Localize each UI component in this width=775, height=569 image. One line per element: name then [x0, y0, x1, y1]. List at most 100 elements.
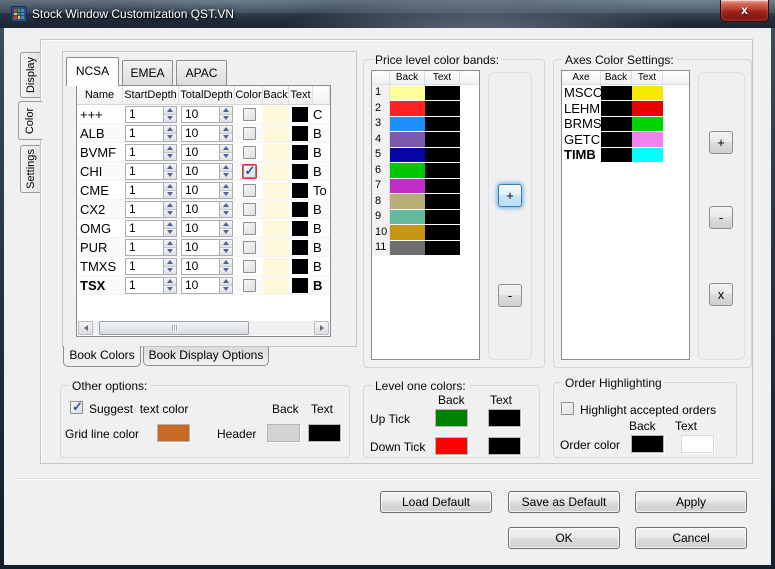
- axes-row[interactable]: BRMS: [562, 116, 689, 132]
- table-row[interactable]: TSX110B: [77, 276, 330, 295]
- price-back-swatch[interactable]: [390, 241, 425, 256]
- col-header-text[interactable]: Text: [289, 86, 313, 104]
- price-text-swatch[interactable]: [425, 179, 460, 194]
- order-text-swatch[interactable]: [681, 435, 714, 453]
- spinner-up-button[interactable]: [164, 240, 176, 247]
- text-color-swatch[interactable]: [292, 240, 308, 255]
- spinner-down-button[interactable]: [164, 228, 176, 236]
- table-row[interactable]: CX2110B: [77, 200, 330, 219]
- spinner-down-button[interactable]: [164, 114, 176, 122]
- price-text-swatch[interactable]: [425, 163, 460, 178]
- scrollbar-track[interactable]: [93, 321, 314, 335]
- tab-display[interactable]: Display: [20, 52, 41, 98]
- total-depth-spinner[interactable]: 10: [181, 106, 233, 123]
- start-depth-spinner[interactable]: 1: [125, 201, 177, 218]
- price-text-swatch[interactable]: [425, 148, 460, 163]
- axes-row[interactable]: MSCO: [562, 85, 689, 101]
- spinner-down-button[interactable]: [164, 133, 176, 141]
- spinner-down-button[interactable]: [220, 114, 232, 122]
- total-depth-spinner[interactable]: 10: [181, 144, 233, 161]
- spinner-down-button[interactable]: [220, 247, 232, 255]
- table-row[interactable]: PUR110B: [77, 238, 330, 257]
- text-color-swatch[interactable]: [292, 164, 308, 179]
- start-depth-spinner[interactable]: 1: [125, 106, 177, 123]
- axes-text-swatch[interactable]: [632, 101, 663, 116]
- axes-back-swatch[interactable]: [601, 148, 632, 163]
- save-as-default-button[interactable]: Save as Default: [508, 491, 620, 513]
- spinner-up-button[interactable]: [220, 107, 232, 114]
- table-row[interactable]: CHI110B: [77, 162, 330, 181]
- price-band-row[interactable]: 3: [372, 116, 479, 132]
- tab-apac[interactable]: APAC: [176, 60, 227, 86]
- start-depth-value[interactable]: 1: [126, 240, 163, 255]
- price-text-swatch[interactable]: [425, 132, 460, 147]
- spinner-up-button[interactable]: [164, 126, 176, 133]
- col-header-name[interactable]: Name: [77, 86, 123, 104]
- down-tick-text-swatch[interactable]: [488, 437, 521, 455]
- total-depth-value[interactable]: 10: [182, 278, 219, 293]
- apply-button[interactable]: Apply: [635, 491, 747, 513]
- price-band-row[interactable]: 7: [372, 178, 479, 194]
- total-depth-spinner[interactable]: 10: [181, 125, 233, 142]
- color-checkbox[interactable]: [243, 279, 256, 292]
- price-text-swatch[interactable]: [425, 194, 460, 209]
- spinner-down-button[interactable]: [164, 152, 176, 160]
- close-button[interactable]: x: [720, 0, 769, 22]
- scroll-left-button[interactable]: [78, 321, 93, 335]
- scroll-right-button[interactable]: [314, 321, 329, 335]
- price-band-row[interactable]: 10: [372, 225, 479, 241]
- spinner-up-button[interactable]: [220, 278, 232, 285]
- price-band-row[interactable]: 1: [372, 85, 479, 101]
- total-depth-value[interactable]: 10: [182, 259, 219, 274]
- price-back-swatch[interactable]: [390, 194, 425, 209]
- price-col-back[interactable]: Back: [390, 71, 425, 84]
- price-text-swatch[interactable]: [425, 117, 460, 132]
- tab-emea[interactable]: EMEA: [122, 60, 173, 86]
- tab-book-display-options[interactable]: Book Display Options: [143, 347, 269, 366]
- total-depth-value[interactable]: 10: [182, 107, 219, 122]
- back-color-swatch[interactable]: [263, 258, 289, 275]
- total-depth-spinner[interactable]: 10: [181, 258, 233, 275]
- text-color-swatch[interactable]: [292, 202, 308, 217]
- spinner-down-button[interactable]: [220, 266, 232, 274]
- header-text-swatch[interactable]: [308, 424, 341, 442]
- price-back-swatch[interactable]: [390, 117, 425, 132]
- back-color-swatch[interactable]: [263, 182, 289, 199]
- text-color-swatch[interactable]: [292, 259, 308, 274]
- total-depth-spinner[interactable]: 10: [181, 239, 233, 256]
- axes-text-swatch[interactable]: [632, 148, 663, 163]
- spinner-down-button[interactable]: [220, 133, 232, 141]
- total-depth-value[interactable]: 10: [182, 145, 219, 160]
- back-color-swatch[interactable]: [263, 106, 289, 123]
- tab-settings[interactable]: Settings: [20, 145, 41, 193]
- scrollbar-thumb[interactable]: [99, 321, 249, 335]
- start-depth-value[interactable]: 1: [126, 259, 163, 274]
- back-color-swatch[interactable]: [263, 144, 289, 161]
- spinner-up-button[interactable]: [220, 221, 232, 228]
- col-header-startdepth[interactable]: StartDepth: [123, 86, 179, 104]
- spinner-up-button[interactable]: [164, 183, 176, 190]
- text-color-swatch[interactable]: [292, 221, 308, 236]
- start-depth-spinner[interactable]: 1: [125, 239, 177, 256]
- price-text-swatch[interactable]: [425, 210, 460, 225]
- suggest-text-color-checkbox[interactable]: [70, 401, 83, 414]
- col-header-back[interactable]: Back: [263, 86, 289, 104]
- start-depth-spinner[interactable]: 1: [125, 163, 177, 180]
- spinner-up-button[interactable]: [220, 202, 232, 209]
- text-color-swatch[interactable]: [292, 183, 308, 198]
- price-text-swatch[interactable]: [425, 86, 460, 101]
- price-text-swatch[interactable]: [425, 101, 460, 116]
- total-depth-spinner[interactable]: 10: [181, 277, 233, 294]
- up-tick-back-swatch[interactable]: [435, 409, 468, 427]
- spinner-down-button[interactable]: [164, 190, 176, 198]
- spinner-down-button[interactable]: [220, 190, 232, 198]
- start-depth-spinner[interactable]: 1: [125, 144, 177, 161]
- grid-line-color-swatch[interactable]: [157, 424, 190, 442]
- back-color-swatch[interactable]: [263, 220, 289, 237]
- axes-add-button[interactable]: +: [709, 131, 733, 154]
- axes-delete-button[interactable]: x: [709, 283, 733, 306]
- axes-text-swatch[interactable]: [632, 117, 663, 132]
- total-depth-value[interactable]: 10: [182, 202, 219, 217]
- spinner-down-button[interactable]: [220, 285, 232, 293]
- price-band-row[interactable]: 11: [372, 240, 479, 256]
